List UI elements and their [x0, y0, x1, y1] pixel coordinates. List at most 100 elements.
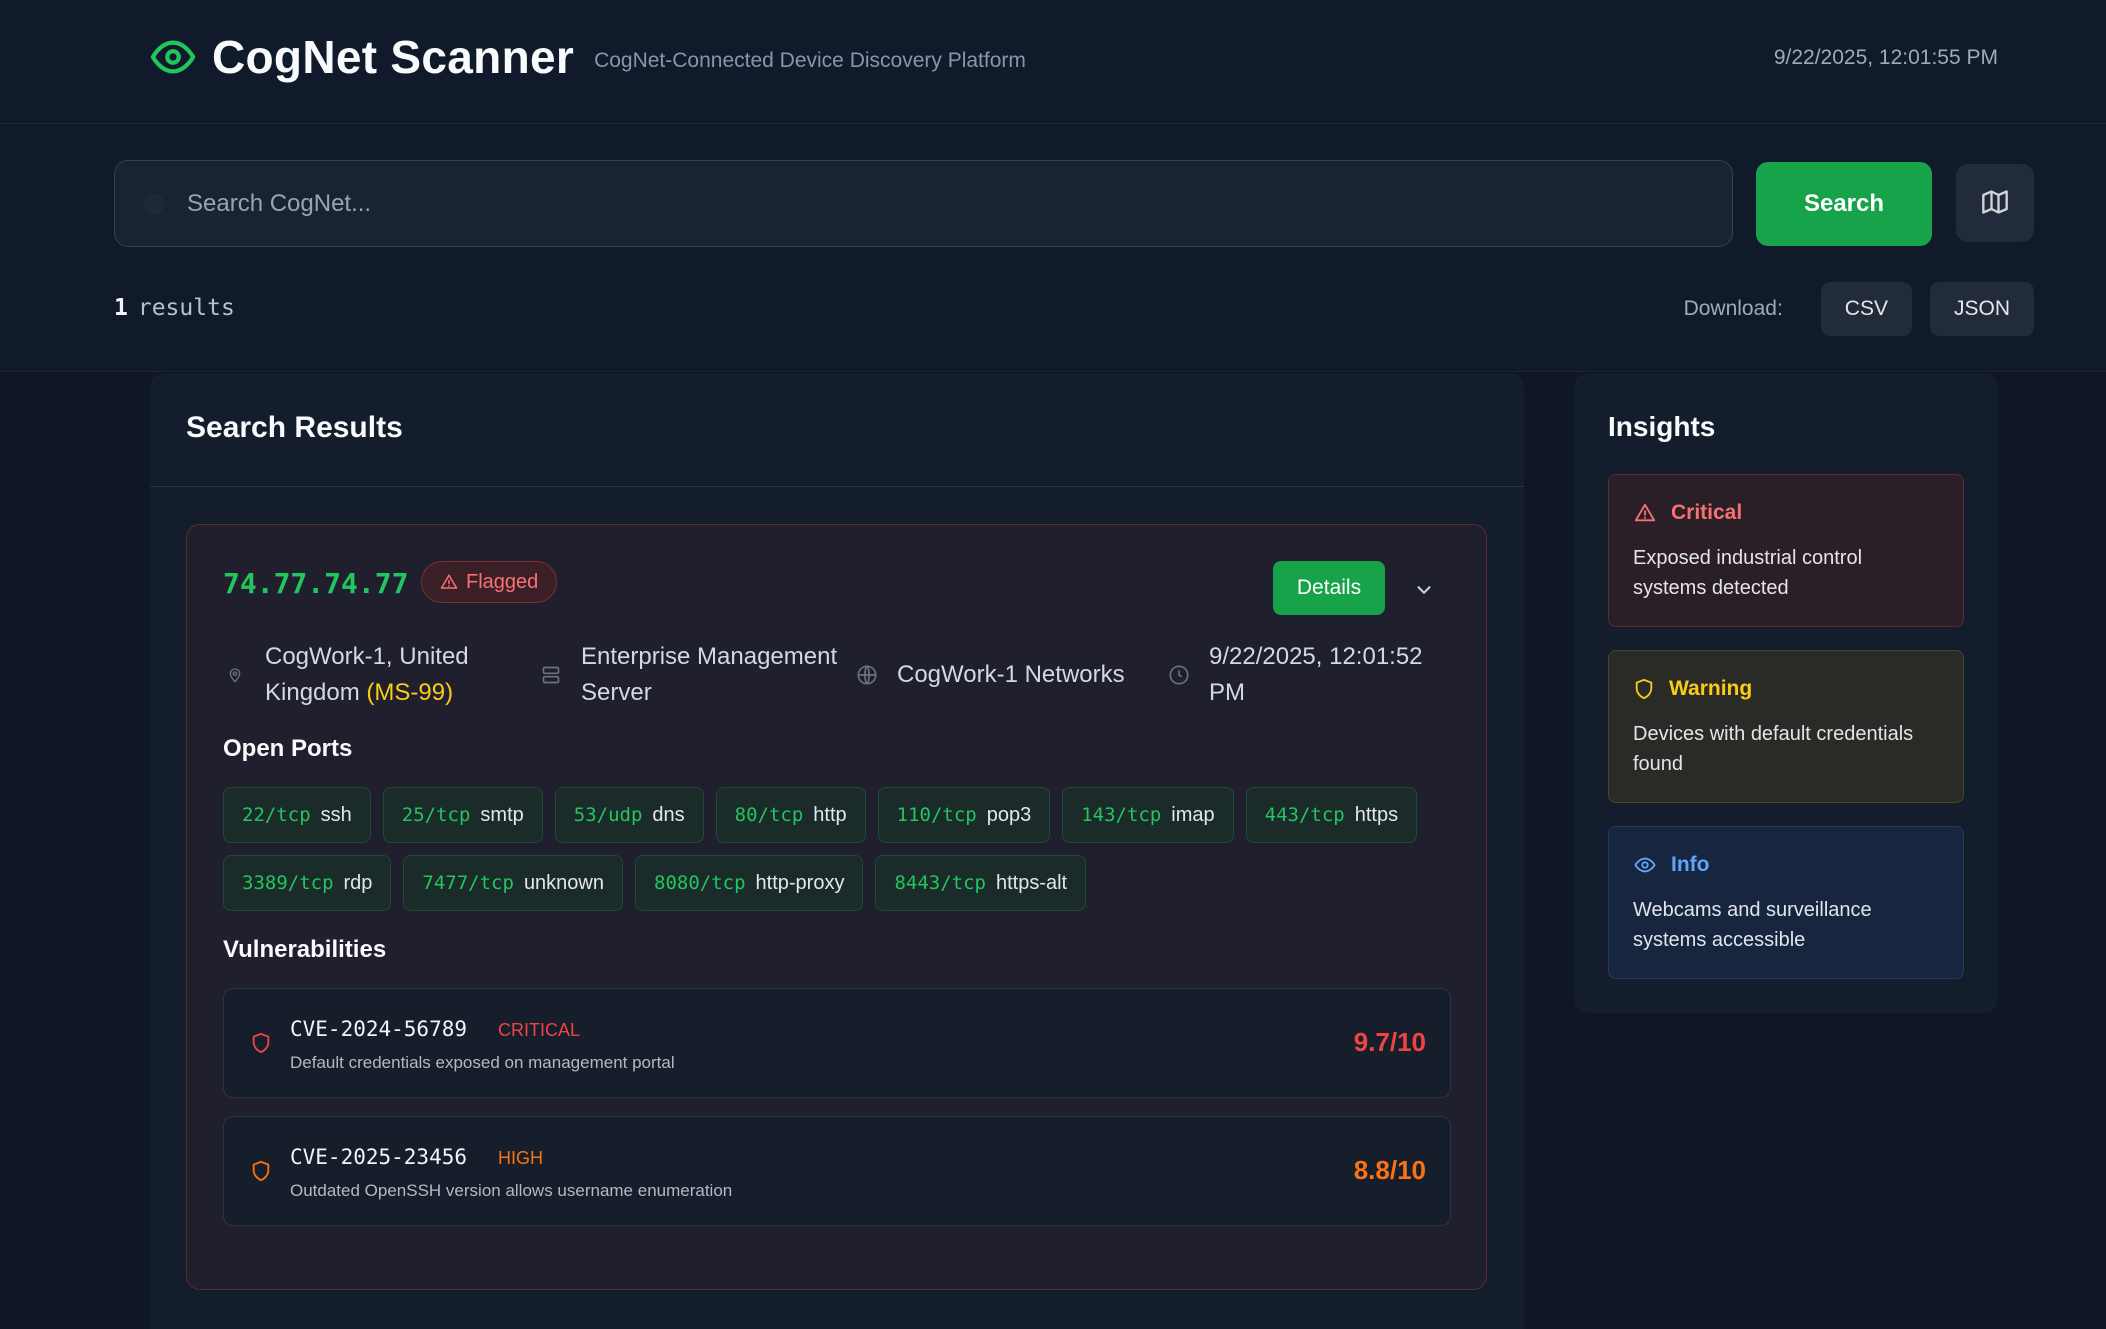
shield-icon: [250, 1031, 274, 1057]
app-header: CogNet Scanner CogNet-Connected Device D…: [0, 0, 2106, 124]
download-group: Download: CSV JSON: [1684, 282, 2034, 336]
port-service: https-alt: [995, 871, 1068, 894]
location-code: (MS-99): [366, 679, 454, 706]
port-chip[interactable]: 443/tcp https: [1245, 787, 1418, 843]
port-chip[interactable]: 143/tcp imap: [1062, 787, 1234, 843]
port-service: http-proxy: [755, 871, 845, 894]
insight-level: Critical: [1671, 501, 1743, 524]
brand: CogNet Scanner CogNet-Connected Device D…: [150, 30, 1026, 84]
device-type: Enterprise Management Server: [539, 639, 837, 711]
type-line2: Server: [581, 679, 652, 706]
chevron-down-icon[interactable]: [1409, 575, 1439, 605]
port-service: unknown: [523, 871, 604, 894]
cvss-score: 9.7/10: [1353, 1027, 1426, 1057]
device-network: CogWork-1 Networks: [855, 657, 1125, 693]
port-chip[interactable]: 22/tcp ssh: [223, 787, 371, 843]
search-results-panel: Search Results 74.77.74.77 Flagged Detai…: [150, 373, 1524, 1329]
insight-text-line1: Webcams and surveillance: [1633, 899, 1872, 921]
port-number: 7477/tcp: [422, 872, 514, 894]
search-results-title: Search Results: [150, 373, 1524, 487]
port-number: 8443/tcp: [894, 872, 986, 894]
insights-title: Insights: [1608, 411, 1716, 442]
port-service: dns: [652, 803, 685, 826]
insight-warning[interactable]: Warning Devices with default credentials…: [1608, 650, 1964, 803]
port-number: 22/tcp: [242, 804, 311, 826]
port-number: 3389/tcp: [242, 872, 334, 894]
flagged-badge: Flagged: [421, 561, 558, 603]
insight-info[interactable]: Info Webcams and surveillance systems ac…: [1608, 826, 1964, 979]
search-button[interactable]: Search: [1756, 162, 1932, 246]
vulnerabilities-title: Vulnerabilities: [223, 936, 387, 963]
insight-text-line1: Devices with default credentials: [1633, 723, 1914, 745]
map-view-button[interactable]: [1956, 164, 2034, 242]
app-title: CogNet Scanner: [212, 31, 575, 83]
results-number: 1: [114, 295, 128, 321]
shield-icon: [1635, 678, 1653, 700]
header-timestamp: 9/22/2025, 12:01:55 PM: [1773, 46, 1998, 69]
port-chip[interactable]: 8443/tcp https-alt: [875, 855, 1087, 911]
port-chip[interactable]: 3389/tcp rdp: [223, 855, 392, 911]
port-chip[interactable]: 80/tcp http: [715, 787, 866, 843]
vulnerability-row[interactable]: CVE-2024-56789 CRITICAL Default credenti…: [223, 988, 1451, 1098]
device-card: 74.77.74.77 Flagged Details CogWork-1, U…: [186, 524, 1487, 1290]
seen-line1: 9/22/2025, 12:01:52: [1209, 643, 1423, 670]
insight-level: Warning: [1669, 677, 1753, 700]
insight-critical[interactable]: Critical Exposed industrial control syst…: [1608, 474, 1964, 627]
port-number: 53/udp: [573, 804, 643, 826]
insight-text-line2: systems detected: [1633, 577, 1789, 599]
device-ip[interactable]: 74.77.74.77: [223, 567, 408, 600]
app-subtitle: CogNet-Connected Device Discovery Platfo…: [594, 49, 1026, 72]
device-location: CogWork-1, United Kingdom (MS-99): [223, 639, 469, 711]
port-service: pop3: [986, 803, 1032, 826]
open-ports-title: Open Ports: [223, 735, 353, 762]
details-button[interactable]: Details: [1273, 561, 1385, 615]
port-number: 143/tcp: [1081, 804, 1162, 826]
port-service: rdp: [343, 871, 373, 894]
flagged-label: Flagged: [466, 570, 539, 593]
globe-icon: [855, 664, 879, 686]
insights-panel: Insights Critical Exposed industrial con…: [1574, 373, 1998, 1013]
alert-triangle-icon: [440, 574, 458, 589]
vulnerability-description: Default credentials exposed on managemen…: [290, 1053, 675, 1072]
port-number: 25/tcp: [401, 804, 471, 826]
results-count: 1 results: [114, 295, 235, 321]
port-chip[interactable]: 110/tcp pop3: [877, 787, 1051, 843]
port-service: https: [1354, 803, 1399, 826]
search-input[interactable]: [187, 189, 1687, 218]
port-service: smtp: [480, 803, 524, 826]
eye-icon: [150, 33, 198, 81]
port-service: http: [813, 803, 847, 826]
port-chip[interactable]: 53/udp dns: [554, 787, 704, 843]
insight-text-line2: systems accessible: [1633, 929, 1806, 951]
insight-text-line1: Exposed industrial control: [1633, 547, 1863, 569]
download-json-button[interactable]: JSON: [1929, 282, 2034, 336]
search-box[interactable]: [114, 160, 1733, 247]
map-icon: [1981, 188, 2009, 219]
port-service: imap: [1171, 803, 1215, 826]
port-chip[interactable]: 7477/tcp unknown: [403, 855, 623, 911]
search-area: Search 1 results Download: CSV JSON: [0, 125, 2106, 372]
eye-icon: [1634, 857, 1656, 873]
cvss-score: 8.8/10: [1353, 1155, 1426, 1185]
map-pin-icon: [223, 665, 247, 685]
location-line1: CogWork-1, United: [265, 643, 469, 670]
download-label: Download:: [1683, 297, 1783, 320]
search-icon: [137, 187, 171, 221]
download-csv-button[interactable]: CSV: [1820, 282, 1912, 336]
port-chip[interactable]: 8080/tcp http-proxy: [635, 855, 864, 911]
server-icon: [539, 665, 563, 685]
clock-icon: [1167, 664, 1191, 686]
type-line1: Enterprise Management: [581, 643, 838, 670]
vulnerability-row[interactable]: CVE-2025-23456 HIGH Outdated OpenSSH ver…: [223, 1116, 1451, 1226]
device-last-seen: 9/22/2025, 12:01:52 PM: [1167, 639, 1423, 711]
vulnerability-description: Outdated OpenSSH version allows username…: [290, 1181, 733, 1200]
severity-label: HIGH: [498, 1148, 543, 1168]
insight-level: Info: [1671, 853, 1710, 876]
port-number: 443/tcp: [1264, 804, 1345, 826]
ports-list: 22/tcp ssh 25/tcp smtp 53/udp dns 80/tcp htt…: [223, 787, 1463, 923]
port-service: ssh: [320, 803, 352, 826]
results-label: results: [137, 295, 235, 321]
severity-label: CRITICAL: [498, 1020, 581, 1040]
port-number: 110/tcp: [896, 804, 977, 826]
port-chip[interactable]: 25/tcp smtp: [382, 787, 543, 843]
